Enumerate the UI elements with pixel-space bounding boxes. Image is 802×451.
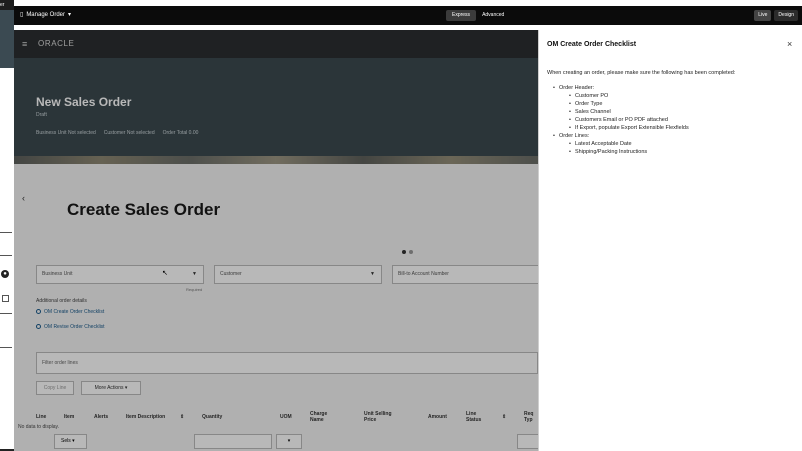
list-item: Customer PO — [547, 92, 797, 100]
drawer-title: OM Create Order Checklist — [547, 41, 637, 48]
gutter-panel-icon[interactable] — [2, 295, 9, 302]
mode-express[interactable]: Express — [446, 10, 477, 21]
chevron-down-icon: ▾ — [68, 12, 72, 18]
screen: er ● ▯ Manage Order ▾ Express Advanced Liv… — [0, 0, 802, 451]
mouse-cursor-icon: ↖ — [162, 270, 168, 277]
no-data-message: No data to display. — [18, 424, 60, 430]
list-item: Order Header: — [547, 84, 797, 92]
drawer-intro: When creating an order, please make sure… — [547, 70, 736, 76]
list-item: Customers Email or PO PDF attached — [547, 116, 797, 124]
checklist: Order Header: Customer PO Order Type Sal… — [547, 84, 797, 156]
toolbar-right: Live Design — [754, 10, 798, 21]
checklist-drawer: OM Create Order Checklist × When creatin… — [538, 30, 802, 451]
mode-advanced[interactable]: Advanced — [476, 10, 510, 21]
live-button[interactable]: Live — [754, 10, 772, 21]
gutter-label: er — [0, 0, 14, 10]
gutter-badge-icon[interactable]: ● — [1, 270, 9, 278]
list-item: Shipping/Packing Instructions — [547, 148, 797, 156]
gutter-divider — [0, 313, 12, 314]
list-item: Sales Channel — [547, 108, 797, 116]
gutter-divider — [0, 232, 12, 233]
editor-toolbar: ▯ Manage Order ▾ Express Advanced Live Des… — [14, 6, 802, 25]
gutter-divider — [0, 347, 12, 348]
design-button[interactable]: Design — [774, 10, 798, 21]
document-title: Manage Order — [26, 12, 65, 18]
mode-switch: Express Advanced — [446, 10, 510, 21]
document-icon: ▯ — [20, 12, 24, 18]
gutter-divider — [0, 255, 12, 256]
gutter-panel — [0, 10, 14, 68]
list-item: Order Type — [547, 100, 797, 108]
close-icon[interactable]: × — [787, 39, 792, 49]
editor-gutter: er ● — [0, 0, 14, 451]
list-item: Latest Acceptable Date — [547, 140, 797, 148]
list-item: If Export, populate Export Extensible Fl… — [547, 124, 797, 132]
list-item: Order Lines: — [547, 132, 797, 140]
modal-scrim[interactable] — [14, 30, 538, 451]
document-menu[interactable]: ▯ Manage Order ▾ — [20, 6, 74, 25]
